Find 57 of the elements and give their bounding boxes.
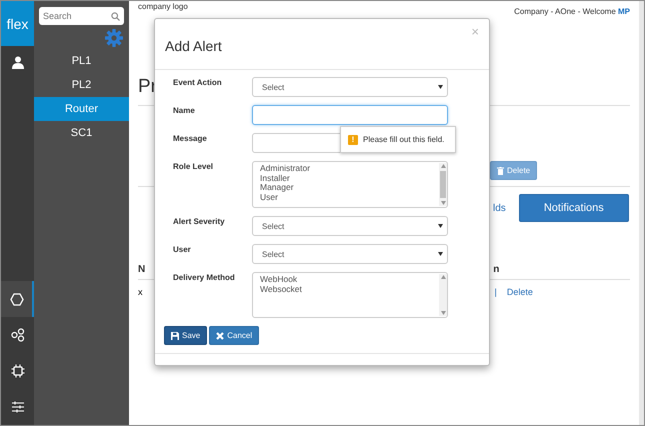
list-option[interactable]: Administrator: [260, 164, 310, 174]
hexagon-icon: [10, 292, 24, 306]
company-logo-text: company logo: [138, 2, 188, 13]
x-icon: [216, 332, 224, 340]
field-label: Event Action: [172, 77, 223, 89]
column-header: n: [493, 264, 500, 275]
field-label: Role Level: [172, 161, 214, 173]
user-icon[interactable]: [12, 56, 24, 69]
notifications-button[interactable]: Notifications: [518, 194, 629, 222]
search-field[interactable]: Search: [39, 7, 124, 25]
settings-icon[interactable]: [105, 29, 123, 47]
scroll-up-icon[interactable]: [440, 164, 446, 168]
field-label: Message: [172, 133, 208, 145]
list-option[interactable]: Installer: [260, 174, 310, 183]
sidebar-item[interactable]: Router: [34, 97, 129, 121]
sidebar-item[interactable]: PL1: [34, 49, 129, 73]
dialog-title: Add Alert: [165, 38, 222, 54]
scroll-down-icon[interactable]: [440, 201, 446, 205]
field-label: Name: [172, 105, 196, 117]
caret-icon: [438, 85, 443, 89]
scrollbar[interactable]: [439, 274, 447, 316]
flex-logo[interactable]: flex: [1, 1, 34, 46]
delete-link[interactable]: Delete: [506, 287, 533, 297]
caret-icon: [438, 224, 443, 228]
select-dropdown[interactable]: Select: [252, 244, 448, 264]
scrollbar[interactable]: [439, 163, 447, 206]
sliders-icon: [10, 401, 24, 413]
cancel-button[interactable]: Cancel: [209, 326, 260, 345]
text-input-field[interactable]: [252, 105, 448, 125]
field-label: Delivery Method: [172, 272, 236, 284]
circles-icon: [10, 328, 24, 342]
warning-icon: !: [348, 134, 358, 144]
scroll-down-icon[interactable]: [440, 311, 446, 315]
caret-icon: [438, 252, 443, 256]
floppy-icon: [171, 332, 179, 340]
sidebar-item[interactable]: PL2: [34, 73, 129, 97]
list-option[interactable]: Websocket: [260, 284, 302, 294]
link-separator: |: [494, 287, 497, 297]
select-dropdown[interactable]: Select: [252, 77, 448, 97]
tooltip-text: Please fill out this field.: [363, 135, 444, 144]
chip-icon: [10, 364, 24, 378]
field-label: Alert Severity: [172, 216, 226, 228]
multi-select-list[interactable]: Administrator Installer Manager User: [252, 161, 448, 208]
sidebar-item[interactable]: SC1: [34, 121, 129, 145]
column-header: N: [138, 264, 146, 275]
table-cell: x: [138, 287, 142, 297]
list-option[interactable]: WebHook: [260, 275, 302, 284]
list-option[interactable]: User: [260, 192, 310, 202]
save-button[interactable]: Save: [164, 326, 208, 345]
fields-link[interactable]: lds: [493, 202, 506, 214]
field-label: User: [172, 244, 192, 256]
search-icon: [111, 12, 120, 21]
multi-select-list[interactable]: WebHook Websocket: [252, 272, 448, 318]
welcome-text: Company - AOne - Welcome MP: [514, 6, 630, 16]
select-dropdown[interactable]: Select: [252, 216, 448, 236]
trash-icon: [497, 166, 504, 174]
list-option[interactable]: Manager: [260, 183, 310, 192]
